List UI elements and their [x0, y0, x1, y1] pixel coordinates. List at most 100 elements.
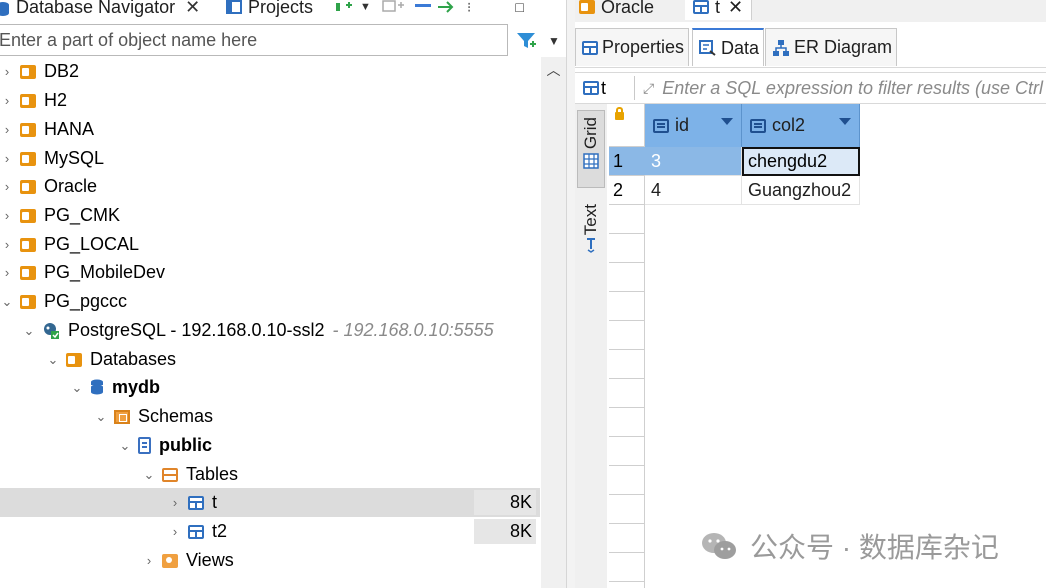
tree-item-mydb[interactable]: ⌄ mydb [0, 373, 540, 402]
tree-item-label: Schemas [138, 406, 214, 426]
tab-text[interactable]: Text [577, 200, 605, 268]
object-search-field[interactable] [0, 24, 508, 56]
empty-row-line [609, 292, 645, 321]
watermark: 公众号 · 数据库杂记 [700, 528, 999, 564]
chevron-down-icon[interactable]: ⌄ [118, 438, 132, 454]
panel-splitter[interactable] [566, 0, 575, 588]
chevron-right-icon[interactable]: › [0, 64, 14, 79]
collapse-all-icon[interactable] [413, 0, 435, 15]
filter-expression-input[interactable] [660, 76, 1046, 100]
chevron-down-icon[interactable]: ⌄ [70, 380, 84, 396]
grid-corner [609, 104, 645, 147]
search-input[interactable] [0, 25, 507, 55]
expand-icon[interactable]: ⤢ [643, 80, 654, 97]
wechat-icon [702, 533, 736, 559]
tree-item-mysql[interactable]: › MySQL [0, 144, 540, 173]
chevron-expanded-icon[interactable]: ⌄ [0, 294, 14, 310]
tab-properties-label: Properties [602, 37, 685, 57]
tree-item-pg-cmk[interactable]: › PG_CMK [0, 201, 540, 230]
chevron-right-icon[interactable]: › [0, 122, 14, 137]
empty-row-line [609, 524, 645, 553]
cell-id[interactable]: 4 [645, 176, 742, 205]
entity-selector[interactable]: t [575, 76, 635, 100]
navigator-tab-bar: Database Navigator ✕ Projects ▼ ⁝ □ [0, 0, 566, 22]
projects-icon [226, 0, 242, 14]
editor-panel: Oracle t ✕ Properties Data ER Diagram t … [575, 0, 1046, 588]
tree-item-databases[interactable]: ⌄ Databases [0, 345, 540, 374]
chevron-right-icon[interactable]: › [0, 237, 14, 252]
tab-projects[interactable]: Projects [226, 0, 313, 20]
tree-item-pg-mobiledev[interactable]: › PG_MobileDev [0, 258, 540, 287]
tab-oracle[interactable]: Oracle [579, 0, 654, 20]
chevron-down-icon[interactable]: ⌄ [22, 323, 36, 339]
tree-item-db2[interactable]: › DB2 [0, 57, 540, 86]
tree-item-label: PG_MobileDev [44, 262, 166, 282]
new-folder-icon[interactable] [381, 0, 405, 15]
row-number[interactable]: 2 [609, 176, 645, 205]
tree-item-h2[interactable]: › H2 [0, 86, 540, 115]
chevron-down-icon[interactable]: ⌄ [142, 467, 156, 483]
chevron-right-icon[interactable]: › [0, 179, 14, 194]
tab-data[interactable]: Data [692, 28, 765, 66]
tab-er-diagram[interactable]: ER Diagram [765, 28, 898, 66]
tree-item-hana[interactable]: › HANA [0, 115, 540, 144]
cell-col2[interactable]: chengdu2 [742, 147, 860, 176]
results-filter-bar: t ⤢ [575, 72, 1046, 104]
text-view-icon [587, 238, 595, 254]
tree-item-tables[interactable]: ⌄ Tables [0, 460, 540, 489]
empty-row-line [609, 466, 645, 495]
tab-properties[interactable]: Properties [575, 28, 690, 66]
entity-name: t [601, 77, 607, 98]
tree-item-label: t [212, 492, 218, 512]
chevron-down-icon[interactable]: ▼ [548, 34, 560, 48]
filter-button[interactable]: ▼ [516, 28, 564, 54]
sort-icon[interactable] [839, 118, 851, 125]
chevron-down-icon[interactable]: ⌄ [46, 352, 60, 368]
close-icon[interactable]: ✕ [185, 0, 200, 18]
chevron-right-icon[interactable]: › [0, 208, 14, 223]
tree-scrollbar[interactable]: ︿ [541, 57, 566, 588]
tree-item-table-t[interactable]: › t 8K [0, 488, 540, 517]
tree-item-public[interactable]: ⌄ public [0, 431, 540, 460]
column-header-col2[interactable]: col2 [742, 104, 860, 147]
tree-item-schemas[interactable]: ⌄ Schemas [0, 402, 540, 431]
chevron-down-icon[interactable]: ⌄ [94, 409, 108, 425]
column-icon [750, 118, 766, 133]
database-navigator-panel: Database Navigator ✕ Projects ▼ ⁝ □ ▼ › D… [0, 0, 566, 588]
chevron-up-icon[interactable]: ︿ [541, 57, 566, 83]
chevron-right-icon[interactable]: › [0, 93, 14, 108]
sort-icon[interactable] [721, 118, 733, 125]
cell-col2[interactable]: Guangzhou2 [742, 176, 860, 205]
tab-database-navigator[interactable]: Database Navigator ✕ [0, 0, 200, 20]
maximize-icon[interactable]: □ [515, 0, 523, 15]
tree-item-postgresql-connection[interactable]: ⌄ PostgreSQL - 192.168.0.10-ssl2 - 192.1… [0, 316, 540, 345]
empty-row-line [609, 350, 645, 379]
chevron-down-icon[interactable]: ▼ [360, 1, 371, 13]
chevron-right-icon[interactable]: › [0, 265, 14, 280]
tree-item-label: Databases [90, 349, 177, 369]
link-editor-icon[interactable] [435, 0, 457, 15]
tree-item-views[interactable]: › Views [0, 546, 540, 575]
connection-folder-icon [579, 0, 595, 14]
column-icon [653, 118, 669, 133]
close-icon[interactable]: ✕ [728, 0, 743, 18]
chevron-right-icon[interactable]: › [142, 553, 156, 568]
chevron-right-icon[interactable]: › [168, 524, 182, 539]
tree-item-table-t2[interactable]: › t2 8K [0, 517, 540, 546]
chevron-right-icon[interactable]: › [0, 151, 14, 166]
new-connection-icon[interactable] [334, 0, 356, 15]
tab-t[interactable]: t ✕ [685, 0, 753, 20]
lock-icon [615, 107, 624, 120]
column-header-id[interactable]: id [645, 104, 742, 147]
cell-id[interactable]: 3 [645, 147, 742, 176]
more-icon[interactable]: ⁝ [467, 0, 471, 16]
tree-item-label: t2 [212, 521, 228, 541]
row-number[interactable]: 1 [609, 147, 645, 176]
tree-item-oracle[interactable]: › Oracle [0, 172, 540, 201]
chevron-right-icon[interactable]: › [168, 495, 182, 510]
tree-item-pg-pgccc[interactable]: ⌄ PG_pgccc [0, 287, 540, 316]
connection-name: PostgreSQL - 192.168.0.10-ssl2 [68, 320, 325, 340]
tree-item-pg-local[interactable]: › PG_LOCAL [0, 230, 540, 259]
database-icon [0, 2, 9, 16]
tab-grid[interactable]: Grid [577, 110, 605, 188]
